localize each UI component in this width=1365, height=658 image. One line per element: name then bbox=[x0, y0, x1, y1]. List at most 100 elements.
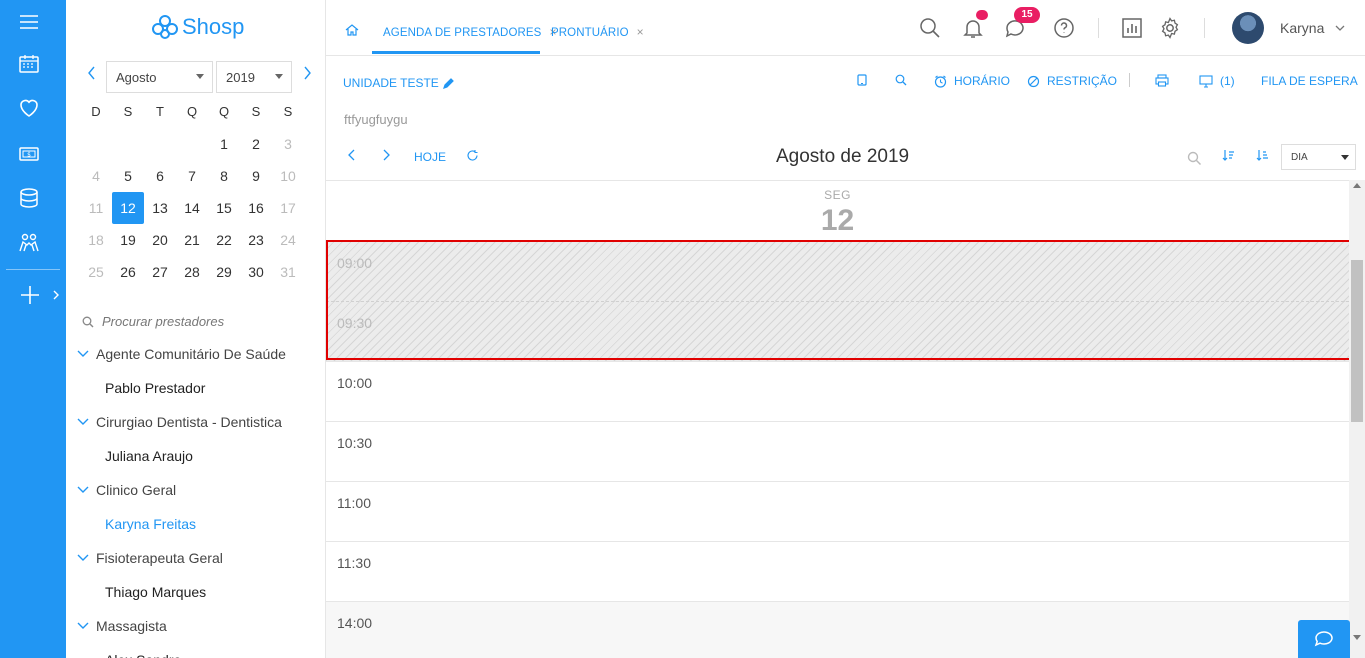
chat-bubble-icon bbox=[1314, 631, 1333, 647]
logo[interactable]: Shosp bbox=[150, 12, 244, 42]
calendar-day[interactable]: 1 bbox=[208, 128, 240, 160]
toolbar-search-icon[interactable] bbox=[895, 74, 914, 86]
monitor-button[interactable]: (1) bbox=[1199, 74, 1235, 88]
time-slot[interactable]: 10:30 bbox=[326, 421, 1349, 481]
database-icon[interactable] bbox=[17, 186, 41, 210]
time-slot[interactable]: 11:30 bbox=[326, 541, 1349, 601]
user-name[interactable]: Karyna bbox=[1280, 20, 1324, 36]
calendar-day[interactable]: 8 bbox=[208, 160, 240, 192]
provider-group[interactable]: Agente Comunitário De Saúde bbox=[66, 338, 325, 370]
year-select[interactable]: 2019 bbox=[216, 61, 292, 93]
calendar-day[interactable]: 3 bbox=[272, 128, 304, 160]
chat-support-button[interactable] bbox=[1298, 620, 1350, 658]
time-slot[interactable]: 11:00 bbox=[326, 481, 1349, 541]
chevron-down-icon[interactable] bbox=[76, 619, 90, 633]
calendar-day[interactable]: 6 bbox=[144, 160, 176, 192]
provider-item[interactable]: Thiago Marques bbox=[66, 574, 325, 610]
calendar-day[interactable]: 18 bbox=[80, 224, 112, 256]
money-icon[interactable]: $ bbox=[17, 142, 41, 166]
calendar-day[interactable]: 19 bbox=[112, 224, 144, 256]
tab-prontuario[interactable]: PRONTUÁRIO × bbox=[551, 25, 644, 39]
calendar-day[interactable]: 17 bbox=[272, 192, 304, 224]
month-select[interactable]: Agosto bbox=[106, 61, 213, 93]
next-day-icon[interactable] bbox=[381, 148, 391, 165]
calendar-day[interactable]: 16 bbox=[240, 192, 272, 224]
fila-espera-button[interactable]: FILA DE ESPERA bbox=[1261, 74, 1358, 88]
calendar-day[interactable]: 7 bbox=[176, 160, 208, 192]
provider-group[interactable]: Clinico Geral bbox=[66, 474, 325, 506]
calendar-day[interactable]: 20 bbox=[144, 224, 176, 256]
user-avatar[interactable] bbox=[1232, 12, 1264, 44]
calendar-day[interactable]: 9 bbox=[240, 160, 272, 192]
calendar-day[interactable]: 25 bbox=[80, 256, 112, 288]
calendar-day[interactable]: 22 bbox=[208, 224, 240, 256]
zoom-search-icon[interactable] bbox=[1187, 151, 1202, 169]
time-slot[interactable]: 14:00 bbox=[326, 601, 1349, 658]
sort-descending-icon[interactable] bbox=[1256, 149, 1269, 165]
calendar-day[interactable]: 2 bbox=[240, 128, 272, 160]
provider-search[interactable]: Procurar prestadores bbox=[82, 314, 224, 329]
expand-chevron-icon[interactable] bbox=[50, 287, 62, 303]
provider-item[interactable]: Pablo Prestador bbox=[66, 370, 325, 406]
add-icon[interactable] bbox=[18, 283, 42, 307]
unit-selector[interactable]: UNIDADE TESTE bbox=[343, 76, 454, 90]
provider-item[interactable]: Karyna Freitas bbox=[66, 506, 325, 542]
calendar-day[interactable]: 30 bbox=[240, 256, 272, 288]
search-icon[interactable] bbox=[918, 16, 942, 40]
prev-day-icon[interactable] bbox=[347, 148, 357, 165]
scroll-up-icon[interactable] bbox=[1353, 183, 1361, 188]
heart-icon[interactable] bbox=[17, 96, 41, 120]
calendar-day[interactable]: 13 bbox=[144, 192, 176, 224]
time-slot-blocked[interactable]: 09:30 bbox=[326, 301, 1349, 361]
users-handshake-icon[interactable] bbox=[17, 231, 41, 255]
calendar-day[interactable]: 12 bbox=[112, 192, 144, 224]
print-icon[interactable] bbox=[1155, 74, 1176, 87]
chevron-down-icon[interactable] bbox=[76, 415, 90, 429]
chevron-down-icon[interactable] bbox=[1334, 21, 1346, 33]
calendar-day[interactable]: 4 bbox=[80, 160, 112, 192]
scrollbar[interactable] bbox=[1349, 180, 1365, 658]
calendar-day[interactable]: 10 bbox=[272, 160, 304, 192]
tab-prontuario-close-icon[interactable]: × bbox=[637, 25, 644, 39]
chevron-down-icon[interactable] bbox=[76, 483, 90, 497]
view-select[interactable]: DIA bbox=[1281, 144, 1356, 170]
refresh-icon[interactable] bbox=[466, 149, 479, 165]
calendar-day[interactable]: 23 bbox=[240, 224, 272, 256]
calendar-day[interactable]: 21 bbox=[176, 224, 208, 256]
provider-group[interactable]: Cirurgiao Dentista - Dentistica bbox=[66, 406, 325, 438]
horario-button[interactable]: HORÁRIO bbox=[934, 74, 1010, 88]
settings-gear-icon[interactable] bbox=[1158, 16, 1182, 40]
calendar-day[interactable]: 11 bbox=[80, 192, 112, 224]
next-month-icon[interactable] bbox=[302, 65, 312, 86]
calendar-day[interactable]: 5 bbox=[112, 160, 144, 192]
scrollbar-thumb[interactable] bbox=[1351, 260, 1363, 422]
home-tab-icon[interactable] bbox=[344, 22, 360, 38]
provider-item[interactable]: Juliana Araujo bbox=[66, 438, 325, 474]
calendar-day[interactable]: 29 bbox=[208, 256, 240, 288]
sort-ascending-icon[interactable] bbox=[1222, 149, 1235, 165]
chevron-down-icon[interactable] bbox=[76, 551, 90, 565]
calendar-icon[interactable] bbox=[17, 52, 41, 76]
time-slot-blocked[interactable]: 09:00 bbox=[326, 241, 1349, 301]
calendar-day[interactable]: 24 bbox=[272, 224, 304, 256]
provider-group[interactable]: Fisioterapeuta Geral bbox=[66, 542, 325, 574]
restricao-button[interactable]: RESTRIÇÃO bbox=[1027, 74, 1117, 88]
time-slot[interactable]: 10:00 bbox=[326, 361, 1349, 421]
menu-icon[interactable] bbox=[17, 10, 41, 34]
calendar-day[interactable]: 28 bbox=[176, 256, 208, 288]
calendar-day[interactable]: 27 bbox=[144, 256, 176, 288]
scroll-down-icon[interactable] bbox=[1353, 635, 1361, 640]
calendar-day[interactable]: 14 bbox=[176, 192, 208, 224]
tablet-icon[interactable] bbox=[857, 74, 874, 86]
help-icon[interactable] bbox=[1052, 16, 1076, 40]
today-button[interactable]: HOJE bbox=[414, 150, 446, 164]
prev-month-icon[interactable] bbox=[87, 65, 97, 86]
chevron-down-icon[interactable] bbox=[76, 347, 90, 361]
reports-chart-icon[interactable] bbox=[1120, 16, 1144, 40]
calendar-day[interactable]: 15 bbox=[208, 192, 240, 224]
calendar-day[interactable]: 31 bbox=[272, 256, 304, 288]
provider-group[interactable]: Massagista bbox=[66, 610, 325, 642]
tab-agenda-prestadores[interactable]: AGENDA DE PRESTADORES × bbox=[383, 25, 557, 39]
provider-item[interactable]: Alex Sandro bbox=[66, 642, 325, 658]
calendar-day[interactable]: 26 bbox=[112, 256, 144, 288]
